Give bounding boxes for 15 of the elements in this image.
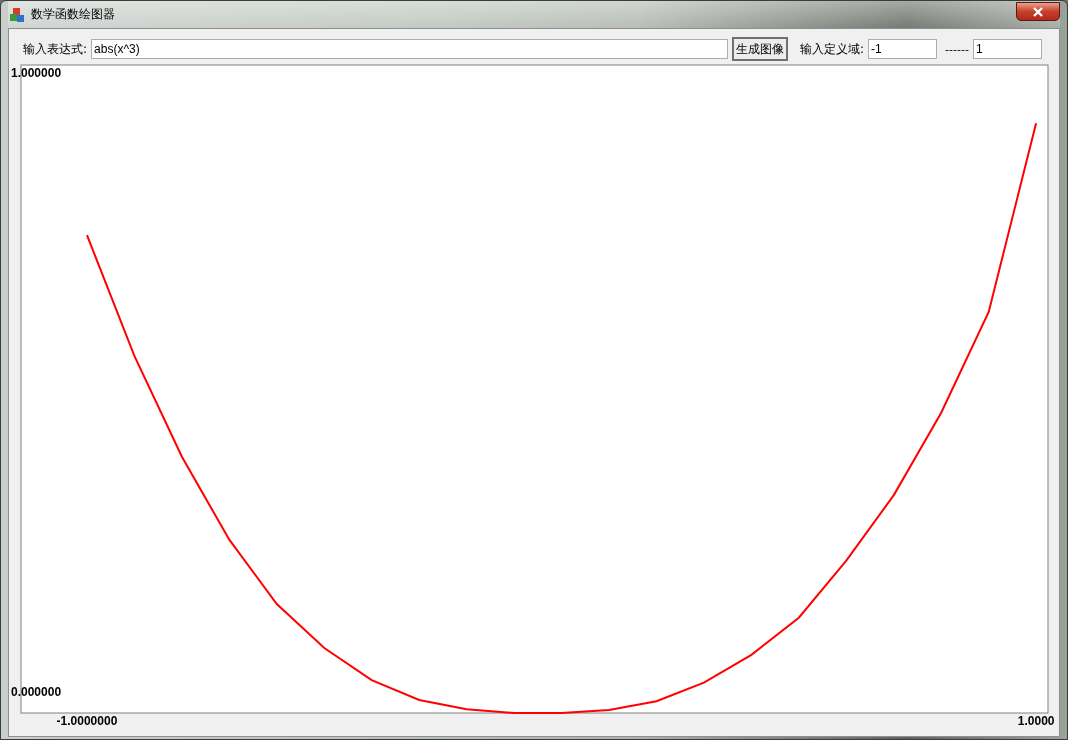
axis-label: 1.0000 bbox=[1017, 714, 1055, 728]
generate-button[interactable]: 生成图像 bbox=[732, 37, 789, 61]
axis-label: 1.000000 bbox=[11, 66, 62, 81]
axis-label: -1.0000000 bbox=[56, 714, 118, 728]
close-button[interactable] bbox=[1016, 2, 1060, 21]
close-icon bbox=[1031, 6, 1045, 17]
expression-label: 输入表达式: bbox=[23, 40, 88, 58]
axis-label: 0.000000 bbox=[11, 684, 62, 699]
window-title: 数学函数绘图器 bbox=[31, 6, 115, 23]
app-icon bbox=[9, 6, 25, 23]
expression-field[interactable]: abs(x^3) bbox=[91, 39, 729, 59]
domain-to-field[interactable]: 1 bbox=[972, 39, 1042, 59]
domain-label: 输入定义域: bbox=[800, 40, 865, 58]
range-separator: ------ bbox=[945, 42, 969, 56]
domain-from-field[interactable]: -1 bbox=[868, 39, 938, 59]
